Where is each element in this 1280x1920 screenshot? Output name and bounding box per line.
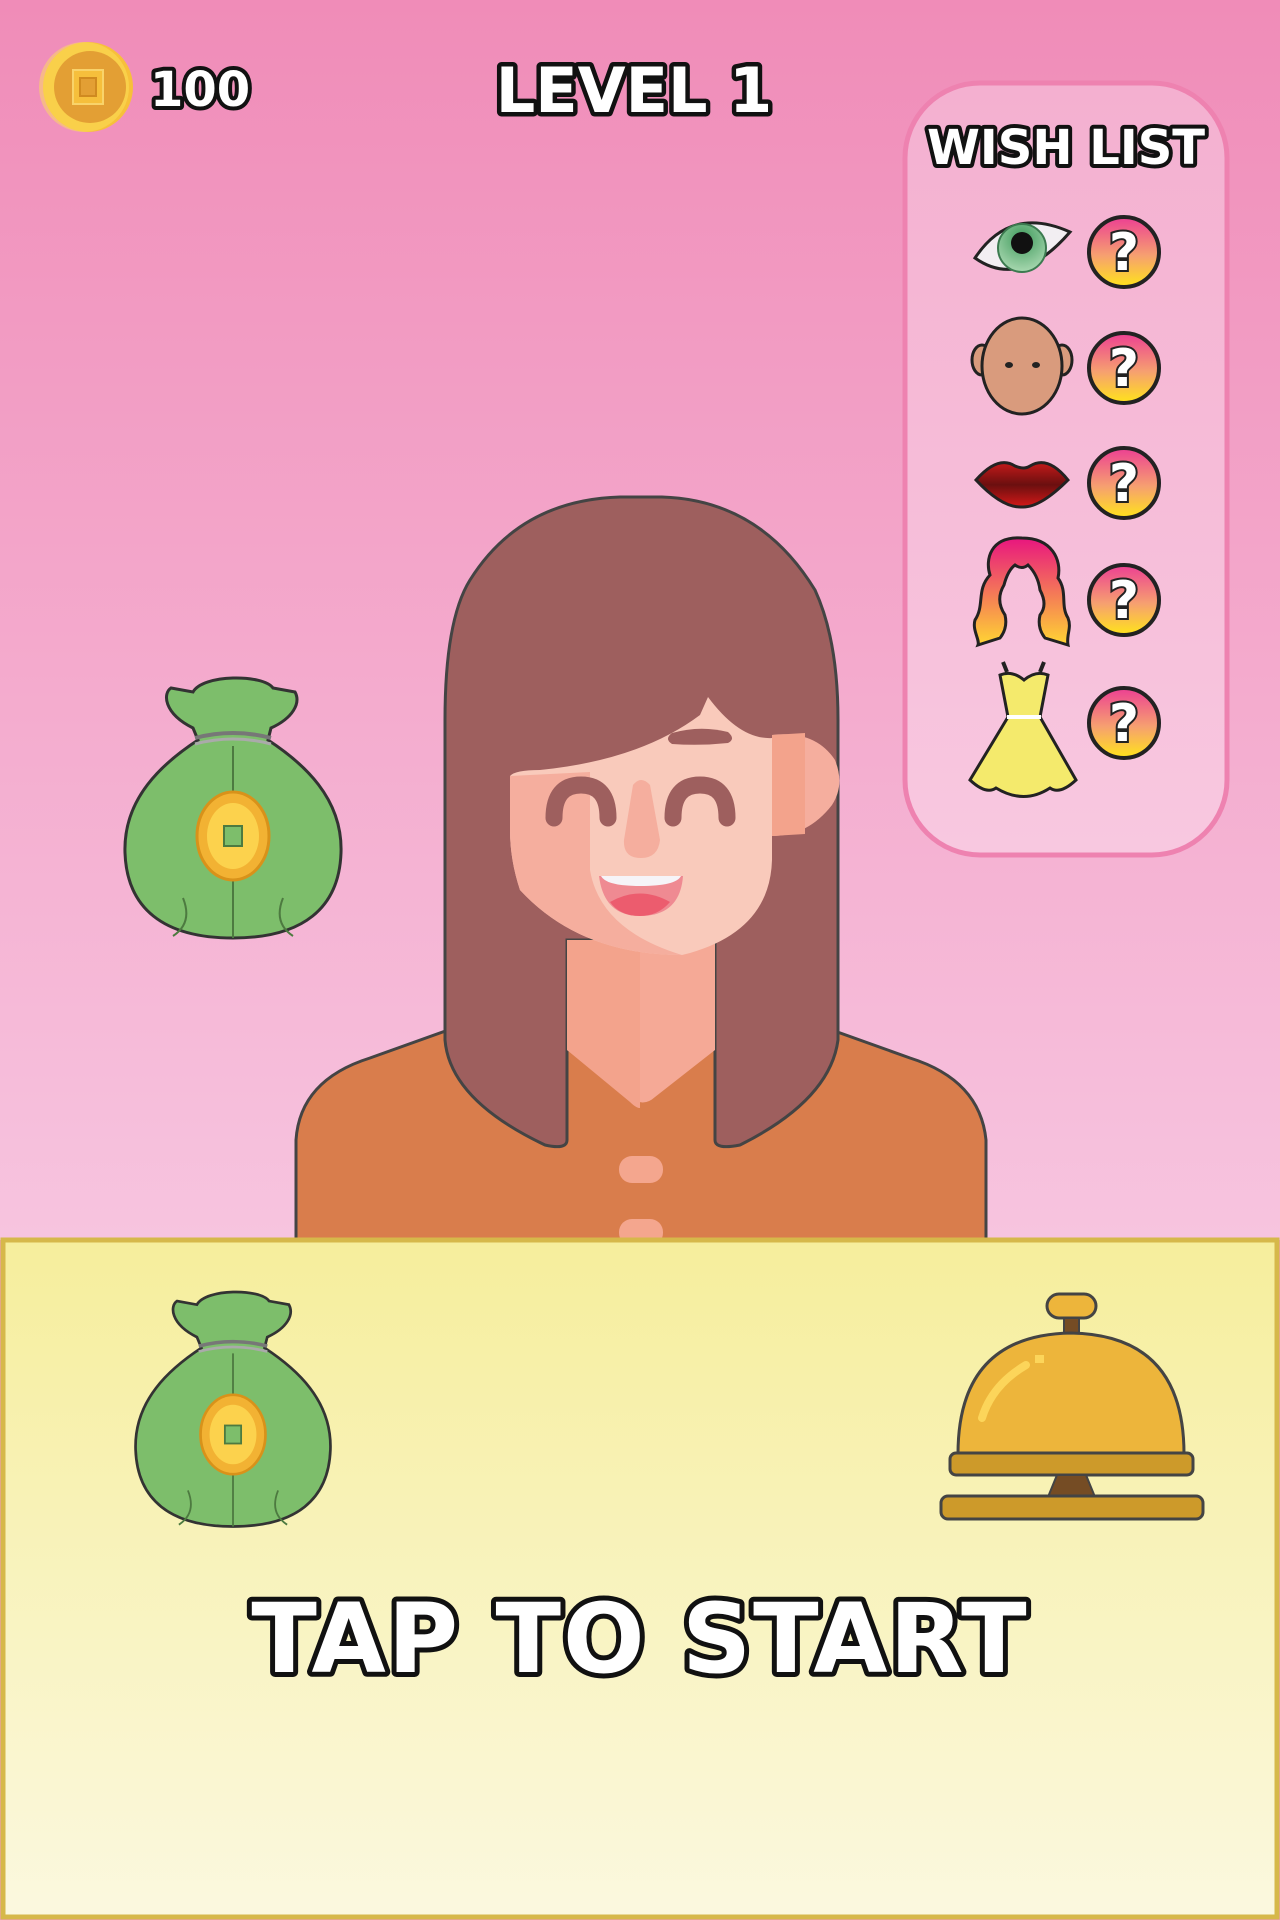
coin-icon: [39, 42, 133, 132]
unknown-status-icon: [1087, 686, 1161, 760]
unknown-status-icon: [1087, 446, 1161, 520]
counter-panel[interactable]: TAP TO START: [0, 1237, 1280, 1920]
unknown-status-icon: [1087, 215, 1161, 289]
wish-list-title: WISH LIST: [927, 120, 1205, 176]
level-label: LEVEL 1: [496, 54, 772, 127]
game-scene[interactable]: ? 100 LEVEL 1 WISH LIST ?: [0, 0, 1280, 1920]
shirt-button: [619, 1156, 663, 1183]
unknown-status-icon: [1087, 563, 1161, 637]
tap-to-start-prompt[interactable]: TAP TO START: [246, 1578, 1031, 1700]
unknown-status-icon: [1087, 331, 1161, 405]
coin-count: 100: [150, 62, 250, 118]
